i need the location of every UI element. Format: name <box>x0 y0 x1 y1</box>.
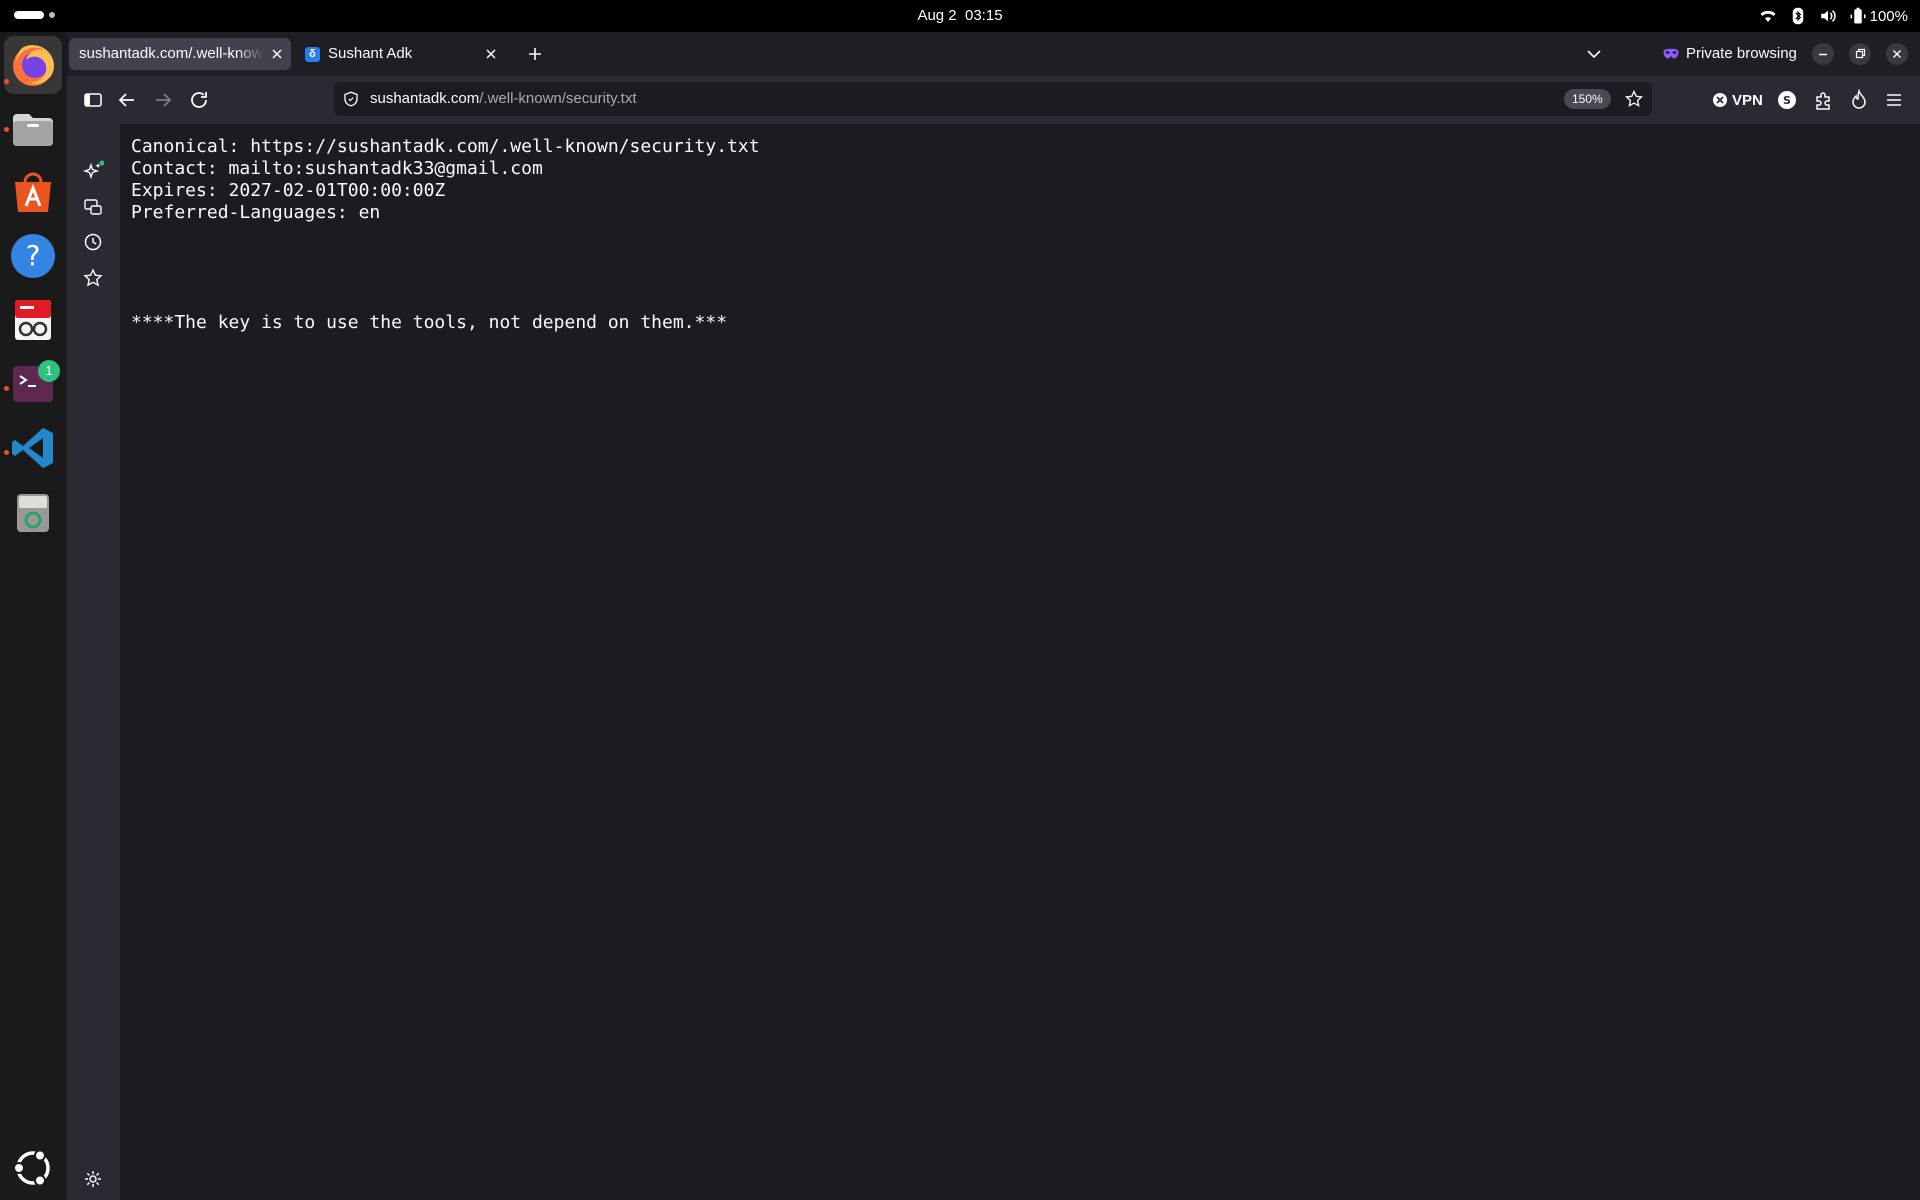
show-apps-button[interactable] <box>9 1144 57 1192</box>
address-bar[interactable]: sushantadk.com/.well-known/security.txt … <box>334 82 1652 116</box>
text-line: Preferred-Languages: en <box>131 202 381 223</box>
browser-window: sushantadk.com/.well-known/security.txt … <box>67 32 1920 1200</box>
back-arrow-icon[interactable] <box>115 88 139 112</box>
ubuntu-logo-icon <box>13 1149 50 1187</box>
workspace-indicator <box>49 12 55 18</box>
notification-badge: 1 <box>38 360 60 382</box>
dock-app-document-viewer[interactable] <box>9 296 57 344</box>
private-browsing-label: Private browsing <box>1686 45 1797 62</box>
system-top-bar: Aug 2 03:15 100% <box>0 0 1920 32</box>
vpn-label: VPN <box>1732 91 1763 109</box>
restore-icon[interactable] <box>1849 43 1871 65</box>
account-avatar-icon[interactable]: S <box>1776 89 1798 111</box>
private-browsing-indicator: Private browsing <box>1662 32 1797 76</box>
battery-percent: 100% <box>1869 7 1908 25</box>
security-txt-body: Canonical: https://sushantadk.com/.well-… <box>131 136 760 334</box>
zoom-reset-button[interactable]: 150% <box>1564 89 1611 109</box>
private-mask-icon <box>1663 48 1679 59</box>
reload-icon[interactable] <box>187 88 211 112</box>
url-text[interactable]: sushantadk.com/.well-known/security.txt <box>370 82 637 116</box>
clock[interactable]: Aug 2 03:15 <box>917 7 1002 24</box>
volume-icon <box>1820 10 1836 22</box>
tab-favicon: δ <box>305 47 320 62</box>
tab-bar: sushantadk.com/.well-known/security.txt … <box>67 32 1920 76</box>
running-indicator <box>4 79 9 84</box>
help-icon: ? <box>11 234 55 278</box>
navigation-toolbar: sushantadk.com/.well-known/security.txt … <box>67 76 1920 124</box>
dock-app-trash[interactable] <box>9 488 57 536</box>
tracking-protection-shield-icon[interactable] <box>342 90 360 108</box>
tab-title: sushantadk.com/.well-known/security.txt <box>79 45 264 62</box>
close-window-icon[interactable] <box>1886 43 1908 65</box>
url-domain: sushantadk.com <box>370 90 480 107</box>
tab-close-icon[interactable] <box>483 46 499 62</box>
text-line: Contact: mailto:sushantadk33@gmail.com <box>131 158 543 179</box>
firefox-icon <box>13 45 54 86</box>
wifi-icon <box>1760 10 1776 22</box>
document-viewer-icon <box>15 300 51 340</box>
app-center-icon <box>15 172 51 212</box>
bookmark-star-icon[interactable] <box>1624 89 1644 109</box>
browser-sidebar <box>67 124 120 1200</box>
tab-title: Sushant Adk <box>328 45 413 62</box>
vs-code-icon <box>12 428 53 468</box>
dock-app-help[interactable]: ? <box>9 232 57 280</box>
activities-button[interactable] <box>14 11 55 19</box>
sidebar-toggle-icon[interactable] <box>81 88 105 112</box>
dock-app-vs-code[interactable] <box>9 424 57 472</box>
battery-icon <box>1850 7 1866 24</box>
forward-arrow-icon[interactable] <box>151 88 175 112</box>
synced-tabs-icon[interactable] <box>82 196 104 218</box>
url-path: /.well-known/security.txt <box>479 90 637 107</box>
trash-icon <box>17 494 49 532</box>
tab-sushant-adk[interactable]: δ Sushant Adk <box>295 38 505 70</box>
text-line: Canonical: https://sushantadk.com/.well-… <box>131 136 760 157</box>
text-line: Expires: 2027-02-01T00:00:00Z <box>131 180 446 201</box>
bluetooth-icon <box>1792 7 1803 25</box>
running-indicator <box>4 386 9 391</box>
page-content: Canonical: https://sushantadk.com/.well-… <box>120 124 1920 1200</box>
vpn-button[interactable]: VPN <box>1712 88 1763 112</box>
dock-app-firefox[interactable] <box>4 36 62 94</box>
tab-security-txt[interactable]: sushantadk.com/.well-known/security.txt <box>69 38 291 70</box>
ai-chatbot-sparkle-icon[interactable] <box>82 160 104 182</box>
svg-text:?: ? <box>26 239 41 272</box>
text-line: ****The key is to use the tools, not dep… <box>131 312 728 333</box>
firefox-relay-flame-icon[interactable] <box>1848 89 1870 111</box>
minimize-icon[interactable] <box>1812 43 1834 65</box>
svg-text:S: S <box>1783 94 1791 107</box>
running-indicator <box>4 127 9 132</box>
system-tray[interactable]: 100% <box>1759 0 1908 32</box>
vpn-off-icon <box>1713 93 1727 107</box>
list-all-tabs-chevron-icon[interactable] <box>1584 44 1604 64</box>
extensions-puzzle-icon[interactable] <box>1812 89 1834 111</box>
dock: ? 1 <box>0 32 67 1200</box>
files-icon <box>13 114 53 146</box>
bookmarks-star-icon[interactable] <box>82 267 104 289</box>
new-tab-plus-icon[interactable] <box>525 44 545 64</box>
running-indicator <box>4 450 9 455</box>
dock-app-app-center[interactable] <box>9 168 57 216</box>
history-clock-icon[interactable] <box>82 231 104 253</box>
workspace-indicator-active <box>14 11 44 19</box>
hamburger-menu-icon[interactable] <box>1883 89 1905 111</box>
sidebar-settings-gear-icon[interactable] <box>82 1168 104 1190</box>
dock-app-files[interactable] <box>9 104 57 152</box>
tab-close-icon[interactable] <box>269 46 285 62</box>
